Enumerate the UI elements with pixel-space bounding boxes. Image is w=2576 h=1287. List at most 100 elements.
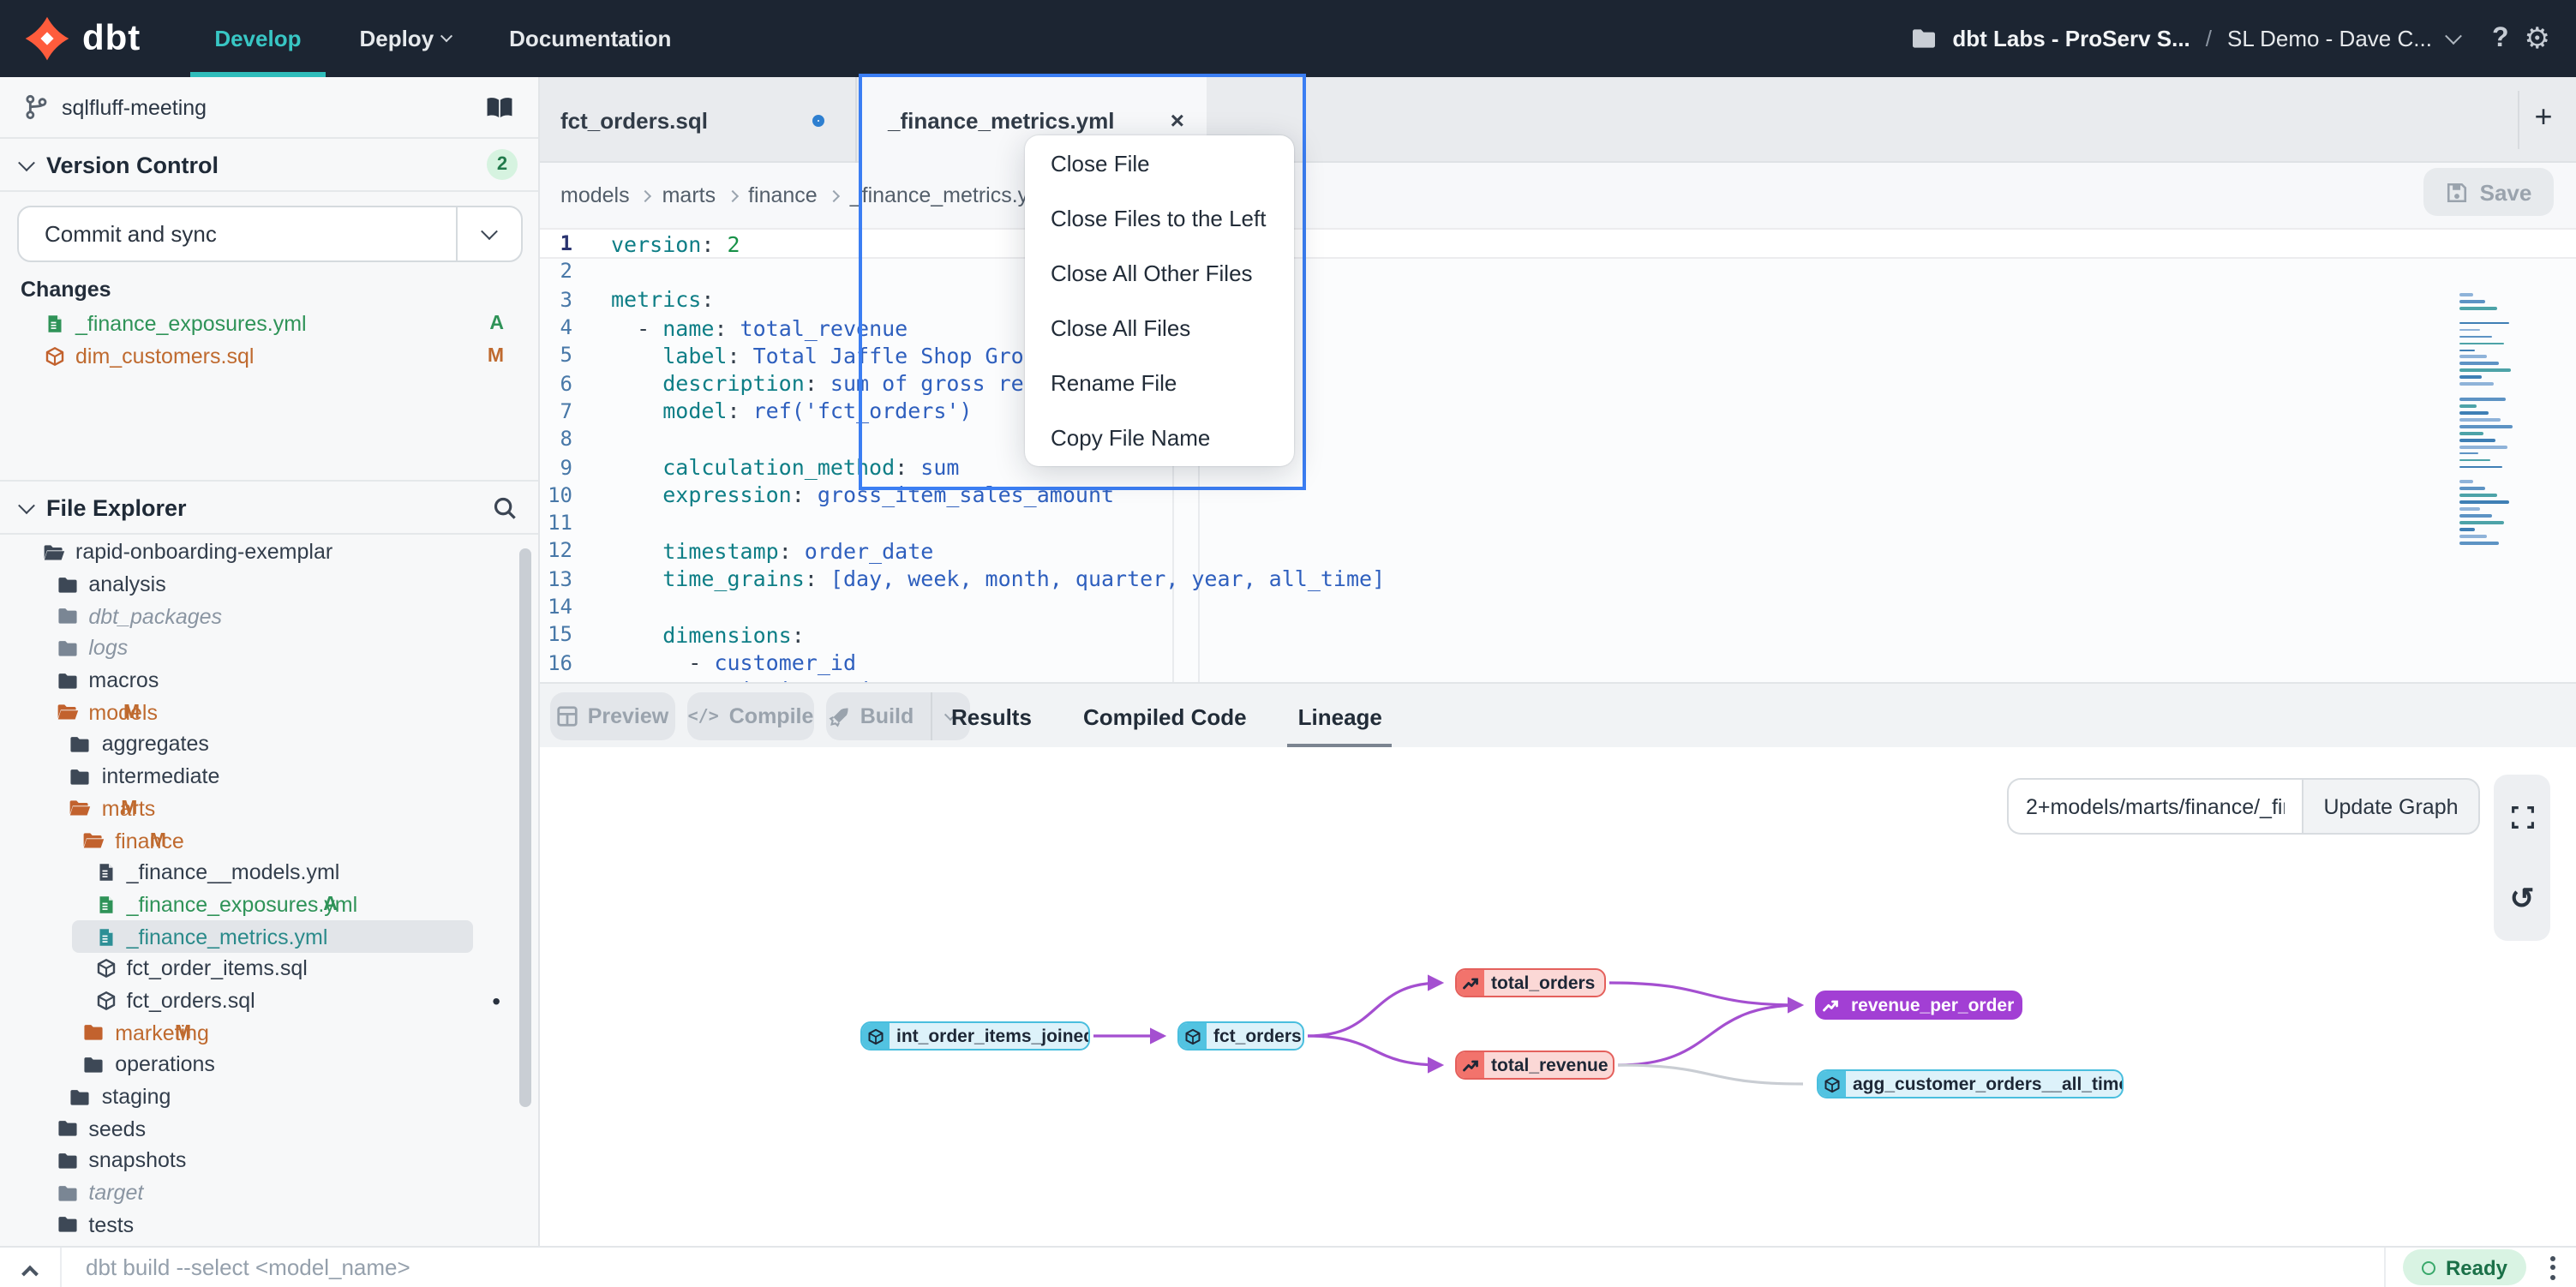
menu-item-close-all-other-files[interactable]: Close All Other Files bbox=[1025, 246, 1294, 301]
tree-item-snapshots[interactable]: snapshots bbox=[0, 1145, 538, 1176]
tree-item-seeds[interactable]: seeds bbox=[0, 1113, 538, 1145]
lineage-node-agg_customer_orders__all_time[interactable]: agg_customer_orders__all_time bbox=[1817, 1069, 2124, 1098]
chevron-down-icon[interactable] bbox=[2445, 27, 2462, 45]
chevron-right-icon bbox=[726, 189, 738, 201]
tree-item-fct_order_items.sql[interactable]: fct_order_items.sql bbox=[0, 953, 538, 985]
tree-item-finance[interactable]: financeM bbox=[0, 824, 538, 856]
compile-button[interactable]: </>Compile bbox=[687, 692, 814, 740]
panel-tab-results[interactable]: Results bbox=[951, 684, 1032, 749]
ready-status-badge: Ready bbox=[2403, 1249, 2526, 1285]
nav-item-label: Deploy bbox=[359, 26, 434, 51]
tree-item-intermediate[interactable]: intermediate bbox=[0, 761, 538, 793]
tree-item-analysis[interactable]: analysis bbox=[0, 568, 538, 600]
menu-item-close-files-to-the-left[interactable]: Close Files to the Left bbox=[1025, 190, 1294, 245]
lineage-node-revenue_per_order[interactable]: revenue_per_order bbox=[1815, 991, 2022, 1020]
breadcrumb: models marts finance _finance_metrics.yml bbox=[560, 183, 1051, 207]
nav-item-label: Develop bbox=[214, 26, 301, 51]
file-explorer-header[interactable]: File Explorer bbox=[0, 480, 538, 535]
tree-item-marketing[interactable]: marketingM bbox=[0, 1017, 538, 1049]
breadcrumb-item[interactable]: marts bbox=[662, 183, 716, 207]
tree-item-_finance_metrics.yml[interactable]: _finance_metrics.yml bbox=[0, 921, 538, 953]
folder-icon bbox=[82, 1021, 105, 1044]
tree-item-_finance__models.yml[interactable]: _finance__models.yml bbox=[0, 857, 538, 889]
lineage-node-fct_orders[interactable]: fct_orders bbox=[1177, 1021, 1304, 1051]
code-line-4: 4 - name: total_revenue bbox=[540, 314, 2576, 342]
lineage-node-label: revenue_per_order bbox=[1844, 992, 2022, 1018]
breadcrumb-item[interactable]: finance bbox=[748, 183, 818, 207]
folder-icon bbox=[56, 638, 78, 660]
panel-tab-lineage[interactable]: Lineage bbox=[1298, 684, 1382, 749]
gear-icon[interactable]: ⚙ bbox=[2525, 24, 2551, 53]
tree-item-marts[interactable]: martsM bbox=[0, 793, 538, 824]
sidebar-scrollbar[interactable] bbox=[519, 548, 531, 1107]
primary-nav: Develop Deploy Documentation bbox=[185, 0, 700, 77]
command-input[interactable]: dbt build --select <model_name> bbox=[86, 1254, 410, 1280]
code-line-3: 3metrics: bbox=[540, 285, 2576, 314]
panel-tab-compiled-code[interactable]: Compiled Code bbox=[1083, 684, 1247, 749]
change-item-_finance_exposures.yml[interactable]: _finance_exposures.ymlA bbox=[0, 307, 538, 339]
version-control-header[interactable]: Version Control 2 bbox=[0, 139, 538, 192]
build-button[interactable]: Build bbox=[826, 692, 970, 740]
breadcrumb-item[interactable]: models bbox=[560, 183, 630, 207]
doc-icon bbox=[96, 862, 117, 883]
change-item-dim_customers.sql[interactable]: dim_customers.sqlM bbox=[0, 339, 538, 372]
reset-view-icon[interactable]: ↺ bbox=[2494, 874, 2550, 925]
tree-item-operations[interactable]: operations bbox=[0, 1049, 538, 1080]
docs-book-icon[interactable] bbox=[485, 95, 514, 119]
nav-item-documentation[interactable]: Documentation bbox=[480, 0, 700, 77]
help-icon[interactable]: ? bbox=[2492, 23, 2509, 54]
account-selector[interactable]: dbt Labs - ProServ S... bbox=[1952, 26, 2190, 51]
lineage-node-total_orders[interactable]: total_orders bbox=[1455, 968, 1606, 997]
code-line-2: 2 bbox=[540, 258, 2576, 286]
tree-item-label: fct_order_items.sql bbox=[127, 957, 308, 981]
tree-item-target[interactable]: target bbox=[0, 1177, 538, 1209]
tab-fct-orders[interactable]: fct_orders.sql bbox=[540, 77, 857, 163]
preview-button[interactable]: Preview bbox=[550, 692, 675, 740]
update-graph-button[interactable]: Update Graph bbox=[2302, 778, 2480, 835]
folder-icon bbox=[56, 1150, 78, 1172]
tree-item-models[interactable]: modelsM bbox=[0, 697, 538, 728]
tree-item-aggregates[interactable]: aggregates bbox=[0, 728, 538, 760]
menu-item-rename-file[interactable]: Rename File bbox=[1025, 356, 1294, 410]
command-bar: dbt build --select <model_name> Ready bbox=[0, 1246, 2576, 1287]
chevron-up-icon[interactable] bbox=[24, 1252, 36, 1283]
tree-item-fct_orders.sql[interactable]: fct_orders.sql• bbox=[0, 985, 538, 1016]
search-icon[interactable] bbox=[492, 494, 518, 520]
code-editor[interactable]: 1version: 223metrics:4 - name: total_rev… bbox=[540, 228, 2576, 682]
tree-item-logs[interactable]: logs bbox=[0, 632, 538, 664]
new-tab-button[interactable]: + bbox=[2525, 99, 2562, 135]
cube-icon bbox=[96, 959, 117, 979]
trend-icon bbox=[1457, 1052, 1484, 1078]
file-tree: rapid-onboarding-exemplaranalysisdbt_pac… bbox=[0, 536, 538, 1246]
dbt-logo[interactable]: dbt bbox=[0, 0, 185, 77]
commit-options-toggle[interactable] bbox=[456, 207, 521, 260]
menu-item-close-file[interactable]: Close File bbox=[1025, 135, 1294, 190]
nav-item-deploy[interactable]: Deploy bbox=[330, 0, 480, 77]
tree-item-staging[interactable]: staging bbox=[0, 1080, 538, 1112]
commit-and-sync-button[interactable]: Commit and sync bbox=[17, 206, 523, 262]
fullscreen-icon[interactable] bbox=[2494, 792, 2550, 843]
menu-item-close-all-files[interactable]: Close All Files bbox=[1025, 301, 1294, 356]
tree-item-tests[interactable]: tests bbox=[0, 1209, 538, 1241]
code-line-10: 10 expression: gross_item_sales_amount bbox=[540, 481, 2576, 509]
save-button[interactable]: Save bbox=[2423, 168, 2554, 216]
lineage-selector-input[interactable] bbox=[2007, 778, 2302, 835]
tree-item-macros[interactable]: macros bbox=[0, 665, 538, 697]
lineage-node-total_revenue[interactable]: total_revenue bbox=[1455, 1051, 1614, 1080]
project-selector[interactable]: SL Demo - Dave C... bbox=[2227, 26, 2432, 51]
status-right: Ready bbox=[2384, 1247, 2576, 1287]
chevron-down-icon bbox=[18, 153, 35, 171]
rocket-icon bbox=[828, 705, 850, 727]
unsaved-dot-icon: • bbox=[492, 987, 500, 1015]
kebab-menu-icon[interactable] bbox=[2550, 1255, 2555, 1279]
git-branch-row[interactable]: sqlfluff-meeting bbox=[0, 77, 538, 139]
tree-item-_finance_exposures.yml[interactable]: _finance_exposures.ymlA bbox=[0, 889, 538, 920]
lineage-node-int_order_items_joined[interactable]: int_order_items_joined bbox=[860, 1021, 1090, 1051]
tree-item-rapid-onboarding-exemplar[interactable]: rapid-onboarding-exemplar bbox=[0, 536, 538, 568]
nav-item-develop[interactable]: Develop bbox=[185, 0, 330, 77]
menu-item-copy-file-name[interactable]: Copy File Name bbox=[1025, 411, 1294, 466]
panel-button-label: Build bbox=[860, 704, 914, 728]
tree-item-dbt_packages[interactable]: dbt_packages bbox=[0, 601, 538, 632]
close-icon[interactable]: × bbox=[1171, 106, 1184, 134]
breadcrumb-item[interactable]: _finance_metrics.yml bbox=[850, 183, 1051, 207]
